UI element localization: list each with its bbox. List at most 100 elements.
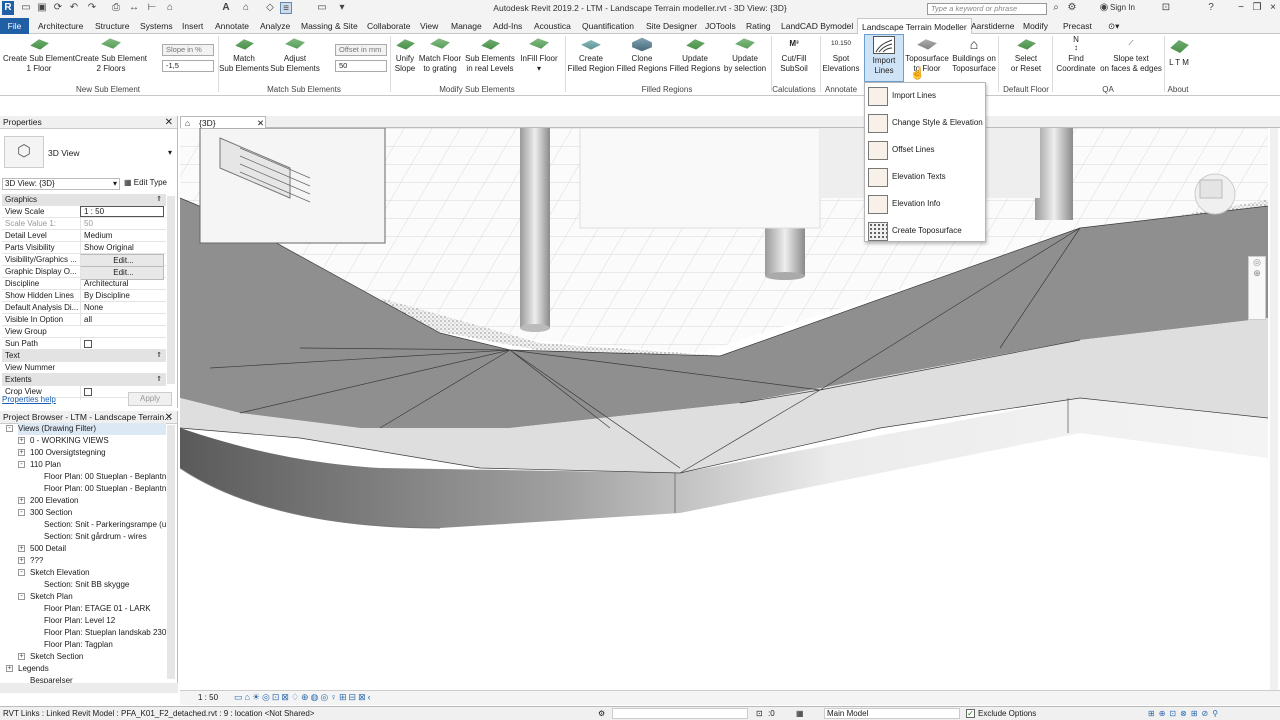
tab-rating[interactable]: Rating: [746, 18, 771, 34]
browser-tree-item[interactable]: ???: [30, 555, 166, 567]
subscription-icon[interactable]: ⚙: [1066, 2, 1078, 14]
close-button[interactable]: ×: [1264, 1, 1280, 15]
tab-insert[interactable]: Insert: [182, 18, 203, 34]
collapse-icon[interactable]: ⇑: [156, 350, 162, 362]
menu-item-elevation-texts[interactable]: Elevation Texts: [867, 166, 985, 188]
browser-tree-item[interactable]: Floor Plan: 00 Stueplan - Beplantni: [44, 471, 166, 483]
create-sub-element-2-floors-button[interactable]: Create Sub Element 2 Floors: [74, 36, 148, 74]
menu-item-offset-lines[interactable]: Offset Lines: [867, 139, 985, 161]
browser-tree-item[interactable]: 300 Section: [30, 507, 166, 519]
user-icon[interactable]: ◉: [1098, 2, 1110, 14]
tab-systems[interactable]: Systems: [140, 18, 173, 34]
slope-input[interactable]: -1,5: [162, 60, 214, 72]
tab-view[interactable]: View: [420, 18, 438, 34]
browser-tree-item[interactable]: Section: Snit BB skygge: [44, 579, 166, 591]
zoom-icon[interactable]: ⊕: [1249, 268, 1265, 279]
match-sub-elements-button[interactable]: Match Sub Elements: [218, 36, 270, 74]
browser-tree-item[interactable]: Floor Plan: ETAGE 01 - LARK: [44, 603, 166, 615]
browser-tree-item[interactable]: Sketch Plan: [30, 591, 166, 603]
browser-tree-item[interactable]: Floor Plan: Level 12: [44, 615, 166, 627]
browser-tree-item[interactable]: Floor Plan: Tagplan: [44, 639, 166, 651]
expand-icon[interactable]: +: [18, 653, 25, 660]
tab-architecture[interactable]: Architecture: [38, 18, 83, 34]
expand-icon[interactable]: +: [18, 449, 25, 456]
property-value[interactable]: Architectural: [80, 278, 164, 290]
match-floor-to-grating-button[interactable]: Match Floor to grating: [417, 36, 463, 74]
create-filled-region-button[interactable]: Create Filled Region: [566, 36, 616, 74]
worksets-icon[interactable]: ⚙: [598, 707, 605, 720]
tab-file[interactable]: File: [0, 18, 29, 34]
expand-icon[interactable]: +: [18, 557, 25, 564]
ltm-about-button[interactable]: L T M: [1164, 36, 1194, 68]
property-value[interactable]: Medium: [80, 230, 164, 242]
browser-tree-item[interactable]: Section: Snit - Parkeringsrampe (ur: [44, 519, 166, 531]
update-filled-regions-button[interactable]: Update Filled Regions: [668, 36, 722, 74]
view-selector-dropdown[interactable]: 3D View: {3D} ▾: [2, 178, 120, 190]
browser-tree-item[interactable]: Views (Drawing Filter): [18, 423, 166, 435]
property-group-header[interactable]: Graphics ⇑: [2, 194, 166, 206]
tab-quantification[interactable]: Quantification: [582, 18, 634, 34]
navigation-bar[interactable]: ◎ ⊕: [1248, 256, 1266, 320]
property-value[interactable]: By Discipline: [80, 290, 164, 302]
tab-massing-site[interactable]: Massing & Site: [301, 18, 358, 34]
update-by-selection-button[interactable]: Update by selection: [721, 36, 769, 74]
view-scale-label[interactable]: 1 : 50: [198, 693, 218, 702]
checkbox-icon[interactable]: [84, 340, 92, 348]
tab-aarstiderne[interactable]: Aarstiderne: [971, 18, 1014, 34]
property-group-header[interactable]: Text ⇑: [2, 350, 166, 362]
menu-item-create-toposurface[interactable]: Create Toposurface: [867, 220, 985, 242]
tab-analyze[interactable]: Analyze: [260, 18, 290, 34]
browser-tree-item[interactable]: 200 Elevation: [30, 495, 166, 507]
property-value[interactable]: None: [80, 302, 164, 314]
sign-in-link[interactable]: Sign In: [1110, 3, 1135, 12]
menu-item-import-lines[interactable]: Import Lines: [867, 85, 985, 107]
collapse-icon[interactable]: -: [18, 569, 25, 576]
browser-tree-item[interactable]: Floor Plan: 00 Stueplan - Beplantni: [44, 483, 166, 495]
sub-elements-in-real-levels-button[interactable]: Sub Elements in real Levels: [463, 36, 517, 74]
browser-tree-item[interactable]: Floor Plan: Stueplan landskab 230(: [44, 627, 166, 639]
properties-scrollbar[interactable]: [167, 196, 175, 384]
infill-floor-button[interactable]: InFill Floor ▾: [517, 36, 561, 74]
adjust-sub-elements-button[interactable]: Adjust Sub Elements: [268, 36, 322, 74]
cart-icon[interactable]: ⊡: [1160, 2, 1172, 14]
collapse-icon[interactable]: ⇑: [156, 374, 162, 386]
collapse-icon[interactable]: ⇑: [156, 194, 162, 206]
help-icon[interactable]: ?: [1205, 2, 1217, 14]
tab-overflow-icon[interactable]: ⊙▾: [1108, 18, 1119, 34]
import-lines-button[interactable]: Import Lines: [864, 36, 904, 76]
expand-icon[interactable]: +: [18, 497, 25, 504]
collapse-icon[interactable]: -: [18, 593, 25, 600]
offset-placeholder-field[interactable]: Offset in mm: [335, 44, 387, 56]
find-coordinate-button[interactable]: N ↕ Find Coordinate: [1052, 36, 1100, 74]
checkbox-icon[interactable]: [84, 388, 92, 396]
property-group-header[interactable]: Extents ⇑: [2, 374, 166, 386]
tab-site-designer[interactable]: Site Designer: [646, 18, 697, 34]
tab-precast[interactable]: Precast: [1063, 18, 1092, 34]
tab-acoustica[interactable]: Acoustica: [534, 18, 571, 34]
edit-type-button[interactable]: ▦ Edit Type: [124, 178, 167, 187]
browser-tree-item[interactable]: 500 Detail: [30, 543, 166, 555]
clone-filled-regions-button[interactable]: Clone Filled Regions: [616, 36, 668, 74]
design-option-dropdown[interactable]: Main Model: [824, 708, 960, 719]
3d-viewport[interactable]: ◎ ⊕: [180, 128, 1268, 690]
tab-jotools[interactable]: JOTools: [705, 18, 736, 34]
property-value[interactable]: Show Original: [80, 242, 164, 254]
steering-wheel-icon[interactable]: ◎: [1249, 257, 1265, 268]
tab-structure[interactable]: Structure: [95, 18, 130, 34]
exclude-options-checkbox[interactable]: ✓: [966, 709, 975, 718]
create-sub-element-1-floor-button[interactable]: Create Sub Element 1 Floor: [2, 36, 76, 74]
tab-add-ins[interactable]: Add-Ins: [493, 18, 522, 34]
menu-item-elevation-info[interactable]: Elevation Info: [867, 193, 985, 215]
browser-hscrollbar[interactable]: [0, 683, 178, 693]
property-value[interactable]: all: [80, 314, 164, 326]
viewport-scrollbar[interactable]: [1270, 128, 1278, 690]
expand-icon[interactable]: +: [18, 545, 25, 552]
expand-icon[interactable]: +: [18, 437, 25, 444]
browser-tree-item[interactable]: 110 Plan: [30, 459, 166, 471]
tab-collaborate[interactable]: Collaborate: [367, 18, 410, 34]
property-value[interactable]: 1 : 50: [80, 206, 164, 217]
offset-input[interactable]: 50: [335, 60, 387, 72]
apply-button[interactable]: Apply: [128, 392, 172, 406]
close-icon[interactable]: ✕: [165, 116, 173, 129]
slope-placeholder-field[interactable]: Slope in %: [162, 44, 214, 56]
